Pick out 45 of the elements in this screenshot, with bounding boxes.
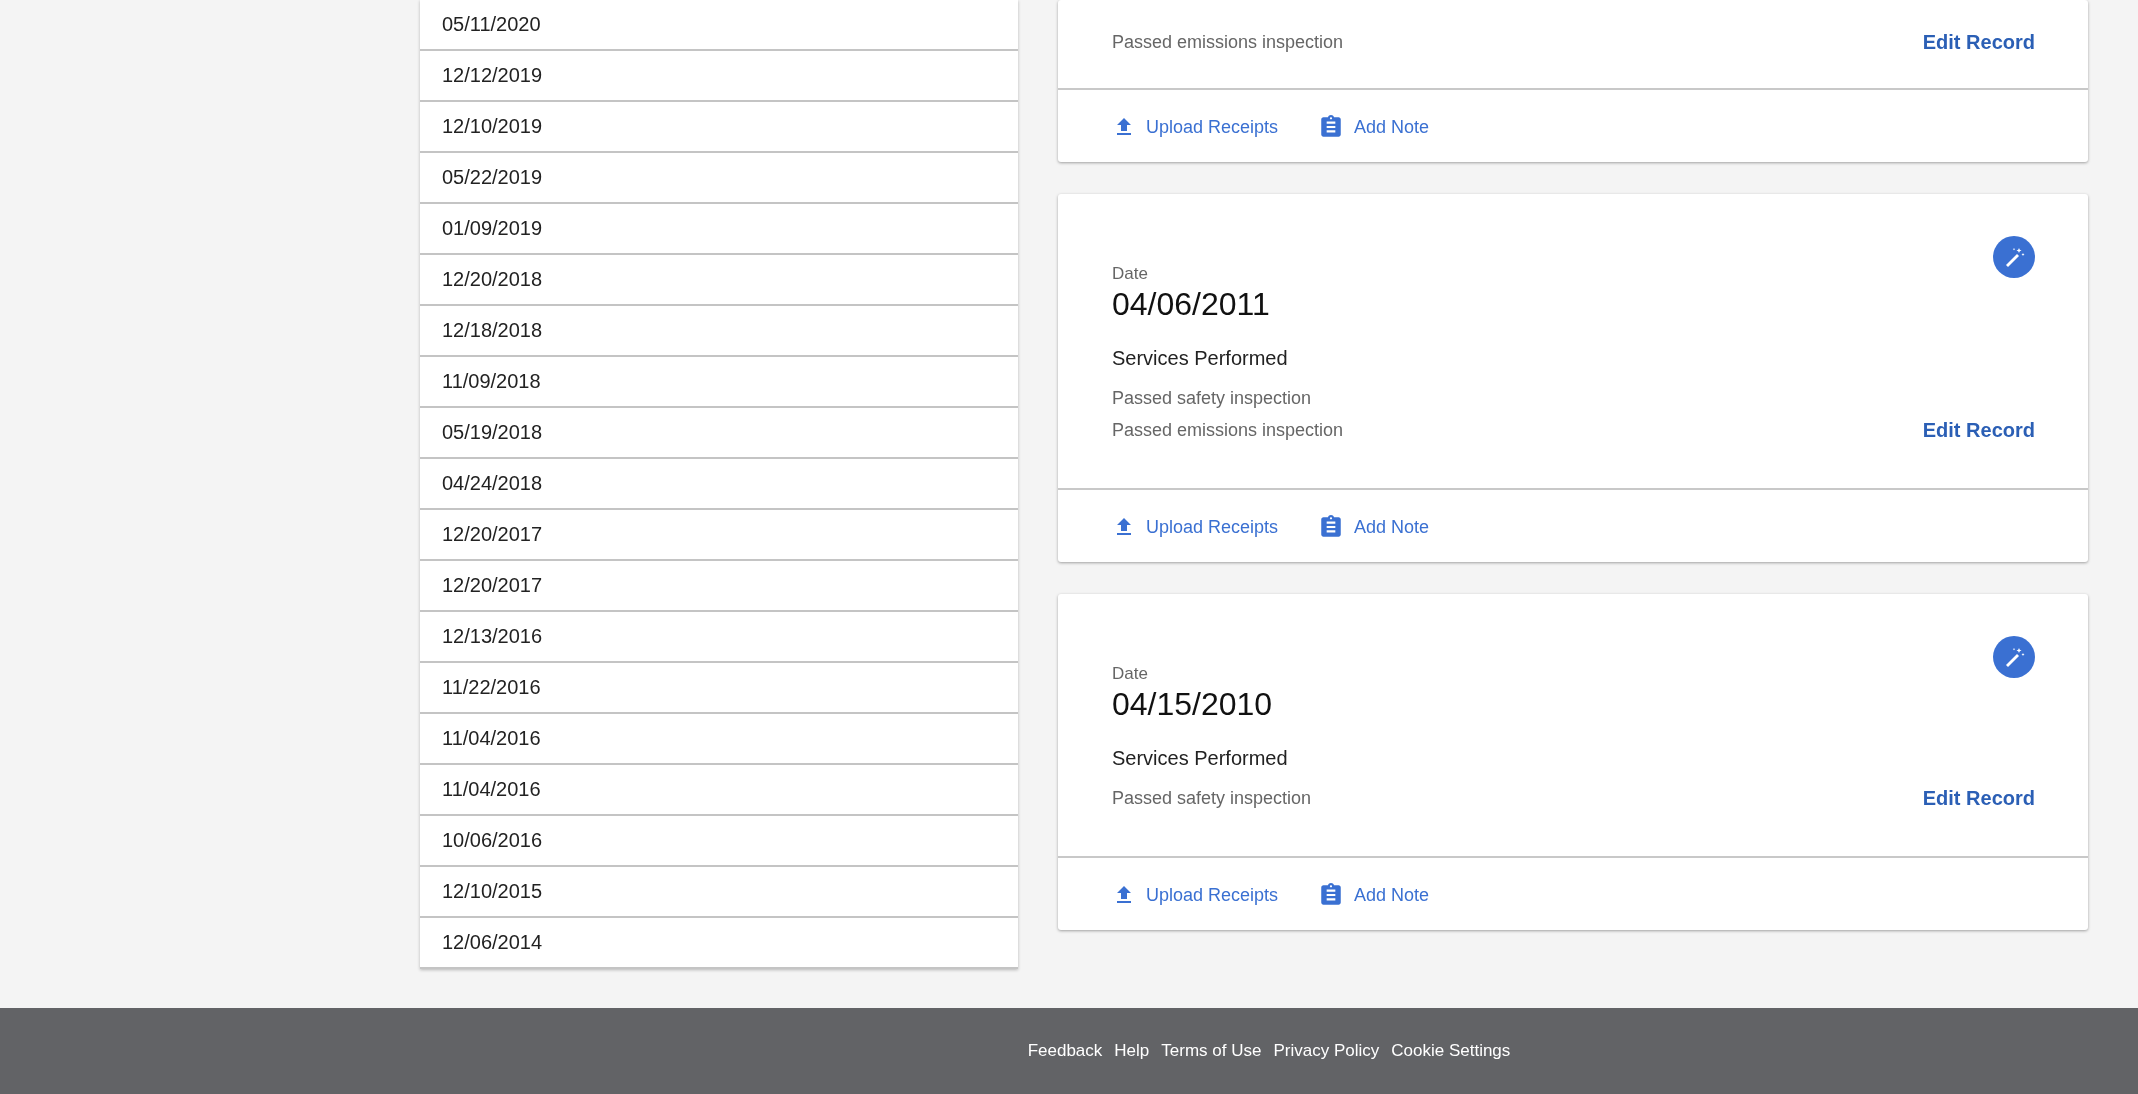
date-list-item[interactable]: 12/13/2016 xyxy=(420,612,1018,663)
date-list-item[interactable]: 11/04/2016 xyxy=(420,714,1018,765)
record-date: 04/06/2011 xyxy=(1112,286,1271,323)
footer-link[interactable]: Privacy Policy xyxy=(1273,1041,1380,1061)
date-label: Date xyxy=(1112,264,1149,284)
edit-record-link[interactable]: Edit Record xyxy=(1922,414,2035,446)
date-list-item[interactable]: 12/20/2018 xyxy=(420,255,1018,306)
edit-record-link[interactable]: Edit Record xyxy=(1922,26,2035,58)
date-list-item[interactable]: 12/10/2015 xyxy=(420,867,1018,918)
date-list-item[interactable]: 12/20/2017 xyxy=(420,561,1018,612)
footer-link[interactable]: Cookie Settings xyxy=(1391,1041,1511,1061)
date-list-item[interactable]: 11/22/2016 xyxy=(420,663,1018,714)
date-list-item[interactable]: 12/10/2019 xyxy=(420,102,1018,153)
upload-receipts-link[interactable]: Upload Receipts xyxy=(1112,882,1279,908)
footer-link[interactable]: Feedback xyxy=(1027,1041,1103,1061)
upload-receipts-link[interactable]: Upload Receipts xyxy=(1112,514,1279,540)
service-item: Passed safety inspection xyxy=(1112,387,1313,410)
service-item: Passed safety inspection xyxy=(1112,787,1312,810)
date-list-item[interactable]: 01/09/2019 xyxy=(420,204,1018,255)
service-item: Passed emissions inspection xyxy=(1112,31,1344,54)
service-item: Passed emissions inspection xyxy=(1112,419,1344,442)
date-list-item[interactable]: 12/20/2017 xyxy=(420,510,1018,561)
footer-link[interactable]: Help xyxy=(1114,1041,1150,1061)
date-list-item[interactable]: 11/04/2016 xyxy=(420,765,1018,816)
date-list-item[interactable]: 12/18/2018 xyxy=(420,306,1018,357)
date-list-item[interactable]: 12/12/2019 xyxy=(420,51,1018,102)
date-list-item[interactable]: 12/06/2014 xyxy=(420,918,1018,969)
add-note-link[interactable]: Add Note xyxy=(1318,114,1430,140)
date-label: Date xyxy=(1112,664,1149,684)
footer-link[interactable]: Terms of Use xyxy=(1161,1041,1262,1061)
date-list-item[interactable]: 05/22/2019 xyxy=(420,153,1018,204)
record-date: 04/15/2010 xyxy=(1112,686,1274,723)
edit-record-link[interactable]: Edit Record xyxy=(1922,782,2035,814)
magic-wand-icon[interactable] xyxy=(1993,636,2035,678)
date-list-item[interactable]: 10/06/2016 xyxy=(420,816,1018,867)
add-note-link[interactable]: Add Note xyxy=(1318,514,1430,540)
magic-wand-icon[interactable] xyxy=(1993,236,2035,278)
services-heading: Services Performed xyxy=(1112,347,1289,370)
add-note-link[interactable]: Add Note xyxy=(1318,882,1430,908)
services-heading: Services Performed xyxy=(1112,747,1289,770)
date-list-item[interactable]: 05/11/2020 xyxy=(420,0,1018,51)
date-list-item[interactable]: 05/19/2018 xyxy=(420,408,1018,459)
date-list-item[interactable]: 11/09/2018 xyxy=(420,357,1018,408)
date-list-item[interactable]: 04/24/2018 xyxy=(420,459,1018,510)
upload-receipts-link[interactable]: Upload Receipts xyxy=(1112,114,1279,140)
